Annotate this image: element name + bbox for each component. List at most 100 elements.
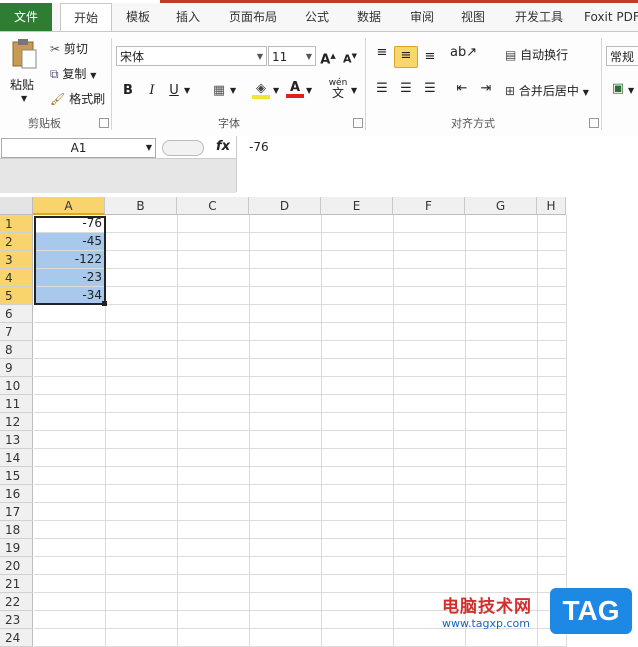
row-header[interactable]: 23 <box>0 611 33 629</box>
cell[interactable] <box>322 251 394 269</box>
row-header[interactable]: 13 <box>0 431 33 449</box>
cell[interactable] <box>394 323 466 341</box>
cell[interactable] <box>250 485 322 503</box>
cell[interactable] <box>250 305 322 323</box>
cell[interactable]: -122 <box>34 251 106 269</box>
column-header[interactable]: A <box>33 197 105 215</box>
cell[interactable] <box>106 305 178 323</box>
cell[interactable] <box>538 485 567 503</box>
cell[interactable] <box>34 575 106 593</box>
cell[interactable] <box>466 287 538 305</box>
cell[interactable] <box>322 539 394 557</box>
cell[interactable] <box>322 359 394 377</box>
paste-button[interactable]: 粘贴 ▼ <box>6 36 42 108</box>
fill-color-icon[interactable]: ◈ <box>252 80 270 99</box>
cell[interactable] <box>538 269 567 287</box>
cell[interactable] <box>178 503 250 521</box>
cell[interactable]: -23 <box>34 269 106 287</box>
cell[interactable] <box>34 323 106 341</box>
cell[interactable] <box>322 395 394 413</box>
tab-data[interactable]: 数据 <box>348 3 390 31</box>
row-header[interactable]: 12 <box>0 413 33 431</box>
cell[interactable] <box>178 251 250 269</box>
cell[interactable] <box>34 539 106 557</box>
cell[interactable] <box>538 431 567 449</box>
cell[interactable] <box>250 629 322 647</box>
font-launcher-icon[interactable] <box>353 118 363 128</box>
cell[interactable] <box>394 377 466 395</box>
cell[interactable] <box>466 413 538 431</box>
row-header[interactable]: 24 <box>0 629 33 647</box>
chevron-down-icon[interactable]: ▼ <box>230 82 236 100</box>
cell[interactable] <box>106 359 178 377</box>
cell[interactable] <box>106 377 178 395</box>
column-header[interactable]: H <box>537 197 566 215</box>
cell[interactable] <box>538 287 567 305</box>
clipboard-launcher-icon[interactable] <box>99 118 109 128</box>
cell[interactable] <box>250 359 322 377</box>
cell[interactable] <box>322 503 394 521</box>
cell[interactable] <box>34 341 106 359</box>
cell[interactable] <box>178 431 250 449</box>
cell[interactable] <box>250 269 322 287</box>
cell[interactable] <box>250 251 322 269</box>
cell[interactable] <box>394 233 466 251</box>
font-name-select[interactable]: 宋体 ▼ <box>116 46 267 66</box>
row-header[interactable]: 5 <box>0 287 33 305</box>
italic-button[interactable]: I <box>144 82 160 100</box>
phonetic-guide-icon[interactable]: wén 文 <box>326 78 350 100</box>
tab-foxit-pdf[interactable]: Foxit PDF <box>584 3 638 31</box>
cell[interactable] <box>538 521 567 539</box>
cell[interactable] <box>250 449 322 467</box>
row-header[interactable]: 3 <box>0 251 33 269</box>
cell[interactable] <box>538 557 567 575</box>
cell[interactable] <box>106 323 178 341</box>
cell[interactable] <box>106 539 178 557</box>
cell[interactable] <box>250 467 322 485</box>
row-header[interactable]: 18 <box>0 521 33 539</box>
fill-handle[interactable] <box>102 301 107 306</box>
cell[interactable] <box>394 341 466 359</box>
cell[interactable] <box>106 503 178 521</box>
tab-view[interactable]: 视图 <box>452 3 494 31</box>
cell[interactable]: -45 <box>34 233 106 251</box>
cell[interactable] <box>106 449 178 467</box>
cell[interactable] <box>250 539 322 557</box>
cell[interactable] <box>106 251 178 269</box>
row-header[interactable]: 11 <box>0 395 33 413</box>
cell[interactable] <box>466 449 538 467</box>
cell[interactable] <box>466 251 538 269</box>
cell[interactable] <box>322 593 394 611</box>
cell[interactable] <box>538 233 567 251</box>
cell[interactable] <box>178 413 250 431</box>
tab-home[interactable]: 开始 <box>60 3 112 33</box>
cell[interactable] <box>178 377 250 395</box>
chevron-down-icon[interactable]: ▼ <box>273 82 279 100</box>
column-header[interactable]: G <box>465 197 537 215</box>
cell[interactable] <box>322 629 394 647</box>
row-header[interactable]: 22 <box>0 593 33 611</box>
increase-indent-icon[interactable]: ⇥ <box>476 80 496 98</box>
row-header[interactable]: 10 <box>0 377 33 395</box>
cell[interactable] <box>106 431 178 449</box>
cell[interactable] <box>466 305 538 323</box>
cell[interactable] <box>178 539 250 557</box>
bold-button[interactable]: B <box>120 82 136 100</box>
cell[interactable] <box>106 341 178 359</box>
cell[interactable] <box>34 431 106 449</box>
cell[interactable] <box>106 629 178 647</box>
cell[interactable] <box>394 287 466 305</box>
cell[interactable] <box>538 413 567 431</box>
row-header[interactable]: 8 <box>0 341 33 359</box>
alignment-launcher-icon[interactable] <box>589 118 599 128</box>
cell[interactable] <box>322 305 394 323</box>
name-box[interactable]: A1 ▼ <box>1 138 156 158</box>
cell[interactable] <box>394 575 466 593</box>
cell[interactable] <box>394 413 466 431</box>
cell[interactable] <box>466 323 538 341</box>
column-header[interactable]: C <box>177 197 249 215</box>
column-header[interactable]: D <box>249 197 321 215</box>
cell[interactable] <box>538 539 567 557</box>
cell[interactable] <box>394 521 466 539</box>
cell[interactable] <box>106 287 178 305</box>
